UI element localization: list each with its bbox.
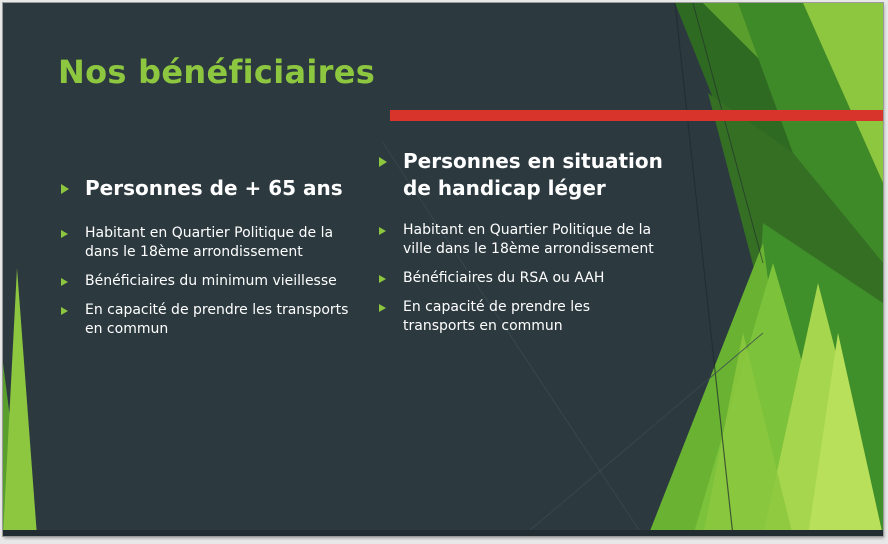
triangle-right-icon: [61, 307, 68, 315]
right-heading: Personnes en situation de handicap léger: [376, 148, 666, 202]
triangle-right-icon: [61, 230, 68, 238]
triangle-right-icon: [379, 304, 386, 312]
deco-bottom-band: [3, 530, 883, 536]
deco-left-sliver-light: [3, 268, 37, 536]
triangle-right-icon: [61, 184, 69, 194]
triangle-right-icon: [61, 278, 68, 286]
list-item-text: En capacité de prendre les transports en…: [85, 302, 349, 337]
list-item: Habitant en Quartier Politique de la vil…: [376, 221, 666, 259]
list-item: Habitant en Quartier Politique de la dan…: [58, 224, 358, 262]
list-item: Bénéficiaires du minimum vieillesse: [58, 272, 358, 291]
right-bullet-list: Habitant en Quartier Politique de la vil…: [376, 221, 666, 336]
triangle-right-icon: [379, 275, 386, 283]
triangle-right-icon: [379, 157, 387, 167]
list-item-text: Bénéficiaires du minimum vieillesse: [85, 273, 337, 289]
right-heading-text: Personnes en situation de handicap léger: [403, 149, 663, 200]
left-bullet-list: Habitant en Quartier Politique de la dan…: [58, 224, 358, 339]
left-heading: Personnes de + 65 ans: [58, 175, 358, 202]
slide: Nos bénéficiaires Personnes de + 65 ans …: [3, 3, 883, 536]
left-heading-text: Personnes de + 65 ans: [85, 176, 343, 200]
list-item: Bénéficiaires du RSA ou AAH: [376, 269, 666, 288]
slide-title: Nos bénéficiaires: [58, 53, 376, 91]
list-item-text: Habitant en Quartier Politique de la vil…: [403, 222, 654, 257]
red-accent-bar: [390, 110, 883, 121]
list-item: En capacité de prendre les transports en…: [376, 298, 666, 336]
left-column: Personnes de + 65 ans Habitant en Quarti…: [58, 175, 358, 349]
list-item-text: En capacité de prendre les transports en…: [403, 299, 591, 334]
right-column: Personnes en situation de handicap léger…: [376, 148, 666, 346]
list-item: En capacité de prendre les transports en…: [58, 301, 358, 339]
list-item-text: Bénéficiaires du RSA ou AAH: [403, 270, 605, 286]
list-item-text: Habitant en Quartier Politique de la dan…: [85, 225, 334, 260]
triangle-right-icon: [379, 227, 386, 235]
